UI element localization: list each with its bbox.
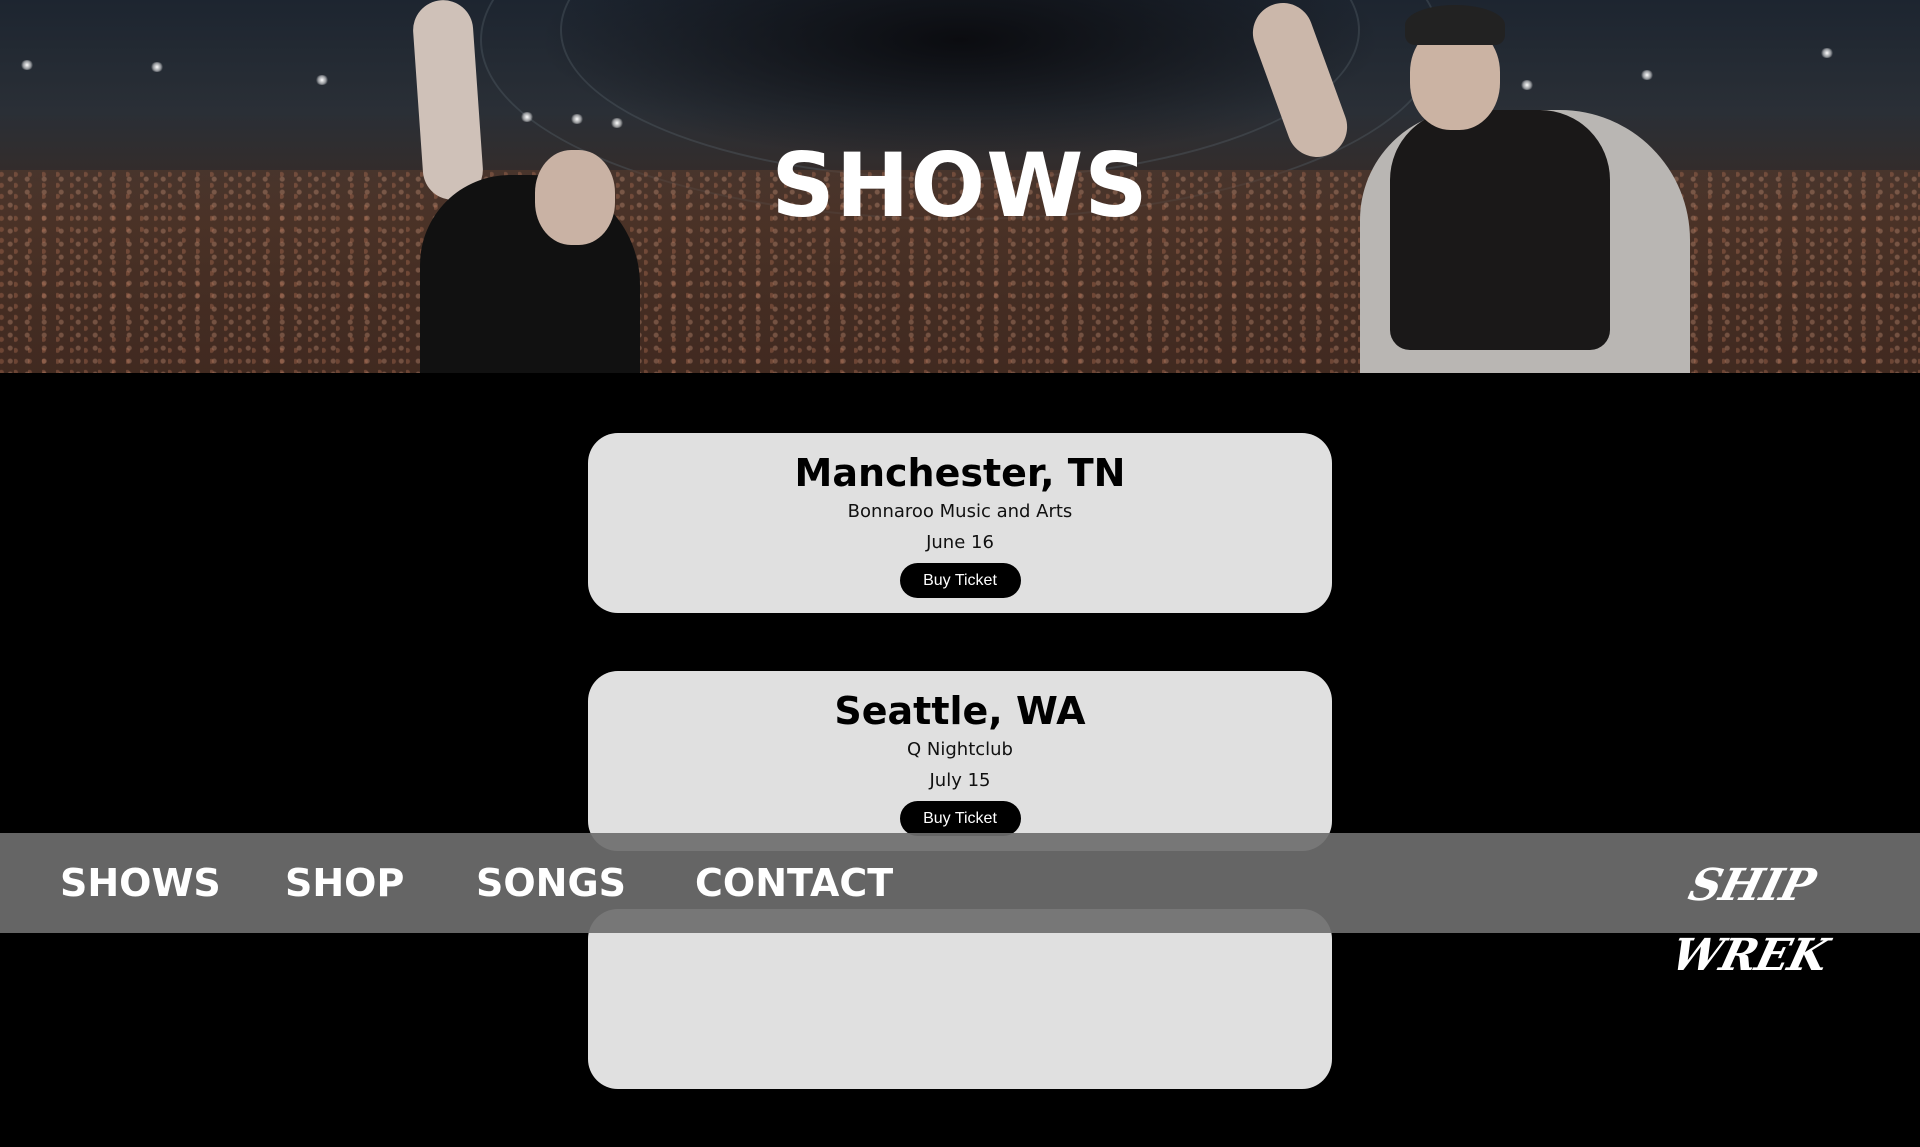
nav-item-songs[interactable]: SONGS bbox=[476, 861, 626, 905]
show-city: Manchester, TN bbox=[794, 451, 1126, 495]
show-date: June 16 bbox=[926, 532, 994, 553]
bottom-nav: SHOWS SHOP SONGS CONTACT SHIP WREK bbox=[0, 833, 1920, 981]
show-date: July 15 bbox=[929, 770, 991, 791]
buy-ticket-button[interactable]: Buy Ticket bbox=[899, 801, 1021, 836]
nav-item-contact[interactable]: CONTACT bbox=[695, 861, 893, 905]
nav-item-shows[interactable]: SHOWS bbox=[60, 861, 221, 905]
shows-list: Manchester, TN Bonnaroo Music and Arts J… bbox=[588, 433, 1332, 1147]
show-city: Seattle, WA bbox=[834, 689, 1086, 733]
performer-right-cap bbox=[1405, 5, 1505, 45]
buy-ticket-button[interactable]: Buy Ticket bbox=[899, 563, 1021, 598]
ship-wrek-logo[interactable]: SHIP WREK bbox=[1666, 851, 1898, 981]
show-venue: Q Nightclub bbox=[907, 739, 1013, 760]
show-card: Seattle, WA Q Nightclub July 15 Buy Tick… bbox=[588, 671, 1332, 851]
hero-banner: SHOWS bbox=[0, 0, 1920, 373]
show-card bbox=[588, 909, 1332, 1089]
show-card: Manchester, TN Bonnaroo Music and Arts J… bbox=[588, 433, 1332, 613]
nav-item-shop[interactable]: SHOP bbox=[285, 861, 404, 905]
page-title: SHOWS bbox=[771, 134, 1149, 237]
show-venue: Bonnaroo Music and Arts bbox=[847, 501, 1073, 522]
